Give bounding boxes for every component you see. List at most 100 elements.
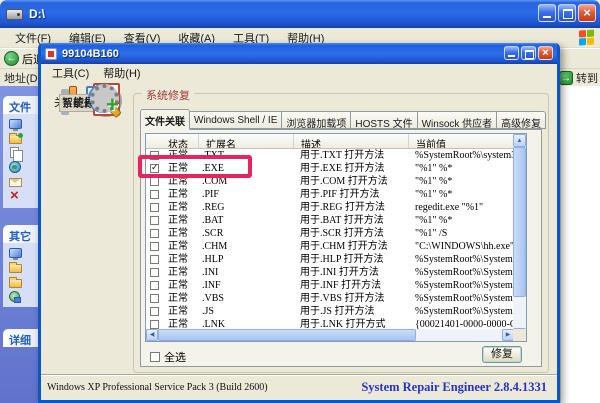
row-checkbox[interactable]: [150, 151, 159, 160]
go-button[interactable]: → 转到: [559, 70, 598, 86]
app-version-text: System Repair Engineer 2.8.4.1331: [361, 380, 547, 395]
folder-icon[interactable]: [9, 279, 22, 288]
close-icon[interactable]: ×: [578, 4, 596, 22]
column-header-status[interactable]: 状态: [146, 134, 199, 149]
table-row[interactable]: 正常 .INI 用于.INI 打开方法 %SystemRoot%\System3…: [146, 266, 514, 279]
scroll-corner: [513, 329, 526, 341]
row-checkbox[interactable]: [150, 307, 159, 316]
row-extension: .VBS: [198, 292, 293, 305]
row-checkbox[interactable]: [150, 164, 159, 173]
tab[interactable]: HOSTS 文件: [351, 111, 417, 129]
task-panel-title[interactable]: 其它: [3, 225, 38, 243]
table-row[interactable]: 正常 .REG 用于.REG 打开方法 regedit.exe "%1": [146, 201, 514, 214]
row-current-value: %SystemRoot%\System32\: [408, 266, 514, 279]
repair-button[interactable]: 修复: [482, 346, 522, 363]
explorer-titlebar[interactable]: D:\ ×: [0, 0, 600, 28]
row-extension: .HLP: [198, 253, 293, 266]
row-current-value: %SystemRoot%\System32\: [408, 279, 514, 292]
select-all-checkbox[interactable]: 全选: [150, 349, 186, 365]
maximize-icon[interactable]: [521, 46, 536, 60]
tab[interactable]: Winsock 供应者: [418, 111, 498, 129]
folder-open-icon[interactable]: [9, 264, 22, 273]
row-checkbox[interactable]: [150, 177, 159, 186]
column-header-description[interactable]: 描述: [294, 134, 409, 149]
delete-icon[interactable]: [9, 190, 22, 203]
select-all-label: 全选: [164, 349, 186, 365]
table-row[interactable]: 正常 .SCR 用于.SCR 打开方法 "%1" /S: [146, 227, 514, 240]
dialog-client: 关于 SREng 启动项目 系统修复 智能扫描 扩展: [41, 81, 557, 374]
vertical-scrollbar[interactable]: ▲ ▼: [513, 134, 526, 341]
row-status: 正常: [159, 188, 198, 201]
column-header-value[interactable]: 当前值: [409, 134, 514, 149]
row-status: 正常: [159, 266, 198, 279]
table-row[interactable]: 正常 .CHM 用于.CHM 打开方法 "C:\WINDOWS\hh.exe" …: [146, 240, 514, 253]
computer-icon[interactable]: [9, 248, 22, 258]
close-icon[interactable]: ×: [538, 46, 553, 60]
list-header: 状态 扩展名 描述 当前值: [146, 134, 514, 149]
drive-icon: [6, 9, 23, 20]
row-checkbox[interactable]: [150, 281, 159, 290]
sreng-dialog: 99104B160 × 工具(C)帮助(H) 关于 SREng 启动项目: [38, 43, 560, 403]
groupbox-title: 系统修复: [142, 87, 194, 103]
menu-item[interactable]: 工具(C): [45, 64, 96, 82]
row-checkbox[interactable]: [150, 255, 159, 264]
row-description: 用于.INF 打开方法: [293, 279, 408, 292]
task-panel-title[interactable]: 文件: [3, 96, 38, 114]
table-row[interactable]: 正常 .PIF 用于.PIF 打开方法 "%1" %*: [146, 188, 514, 201]
email-icon[interactable]: [9, 178, 22, 187]
row-extension: .INI: [198, 266, 293, 279]
table-row[interactable]: 正常 .INF 用于.INF 打开方法 %SystemRoot%\System3…: [146, 279, 514, 292]
horizontal-scroll-thumb[interactable]: [158, 329, 416, 341]
row-status: 正常: [159, 175, 198, 188]
table-row[interactable]: 正常 .EXE 用于.EXE 打开方法 "%1" %*: [146, 162, 514, 175]
row-description: 用于.TXT 打开方法: [293, 149, 408, 162]
column-header-extension[interactable]: 扩展名: [199, 134, 294, 149]
network-icon[interactable]: [9, 291, 20, 302]
table-row[interactable]: 正常 .HLP 用于.HLP 打开方法 %SystemRoot%\System3…: [146, 253, 514, 266]
vertical-scroll-thumb[interactable]: [513, 147, 526, 297]
row-status: 正常: [159, 240, 198, 253]
tab[interactable]: 浏览器加载项: [282, 111, 351, 129]
minimize-icon[interactable]: [504, 46, 519, 60]
table-row[interactable]: 正常 .VBS 用于.VBS 打开方法 %SystemRoot%\System3…: [146, 292, 514, 305]
row-description: 用于.JS 打开方法: [293, 305, 408, 318]
row-status: 正常: [159, 162, 198, 175]
row-description: 用于.INI 打开方法: [293, 266, 408, 279]
monitor-icon[interactable]: [9, 119, 22, 129]
os-version-text: Windows XP Professional Service Pack 3 (…: [47, 382, 268, 393]
task-panel-files: 文件: [3, 96, 38, 208]
row-current-value: regedit.exe "%1": [408, 201, 514, 214]
tab-strip: 文件关联Windows Shell / IE浏览器加载项HOSTS 文件Wins…: [140, 108, 546, 129]
row-current-value: "%1" %*: [408, 175, 514, 188]
minimize-icon[interactable]: [538, 4, 556, 22]
tab[interactable]: 文件关联: [140, 109, 190, 130]
tab[interactable]: Windows Shell / IE: [190, 111, 282, 129]
row-checkbox[interactable]: [150, 203, 159, 212]
table-row[interactable]: 正常 .TXT 用于.TXT 打开方法 %SystemRoot%\system3…: [146, 149, 514, 162]
row-checkbox[interactable]: [150, 190, 159, 199]
folder-publish-icon[interactable]: [9, 135, 22, 144]
scroll-left-icon[interactable]: ◀: [146, 329, 158, 341]
table-row[interactable]: 正常 .JS 用于.JS 打开方法 %SystemRoot%\System32\: [146, 305, 514, 318]
row-checkbox[interactable]: [150, 229, 159, 238]
menu-item[interactable]: 帮助(H): [96, 64, 147, 82]
row-description: 用于.SCR 打开方法: [293, 227, 408, 240]
row-extension: .PIF: [198, 188, 293, 201]
globe-icon[interactable]: [9, 161, 21, 173]
task-panel-title[interactable]: 详细: [3, 329, 38, 347]
maximize-icon[interactable]: [558, 4, 576, 22]
dialog-titlebar[interactable]: 99104B160 ×: [41, 43, 557, 64]
sidebar-item[interactable]: 扩展: [45, 81, 123, 110]
row-checkbox[interactable]: [150, 320, 159, 329]
row-description: 用于.PIF 打开方法: [293, 188, 408, 201]
row-checkbox[interactable]: [150, 294, 159, 303]
table-row[interactable]: 正常 .BAT 用于.BAT 打开方法 "%1" %*: [146, 214, 514, 227]
horizontal-scrollbar[interactable]: ◀ ▶: [146, 329, 514, 341]
row-checkbox[interactable]: [150, 268, 159, 277]
scroll-up-icon[interactable]: ▲: [513, 134, 526, 147]
table-row[interactable]: 正常 .COM 用于.COM 打开方法 "%1" %*: [146, 175, 514, 188]
tab[interactable]: 高级修复: [497, 111, 546, 129]
row-checkbox[interactable]: [150, 216, 159, 225]
copy-icon[interactable]: [10, 147, 19, 158]
row-checkbox[interactable]: [150, 242, 159, 251]
